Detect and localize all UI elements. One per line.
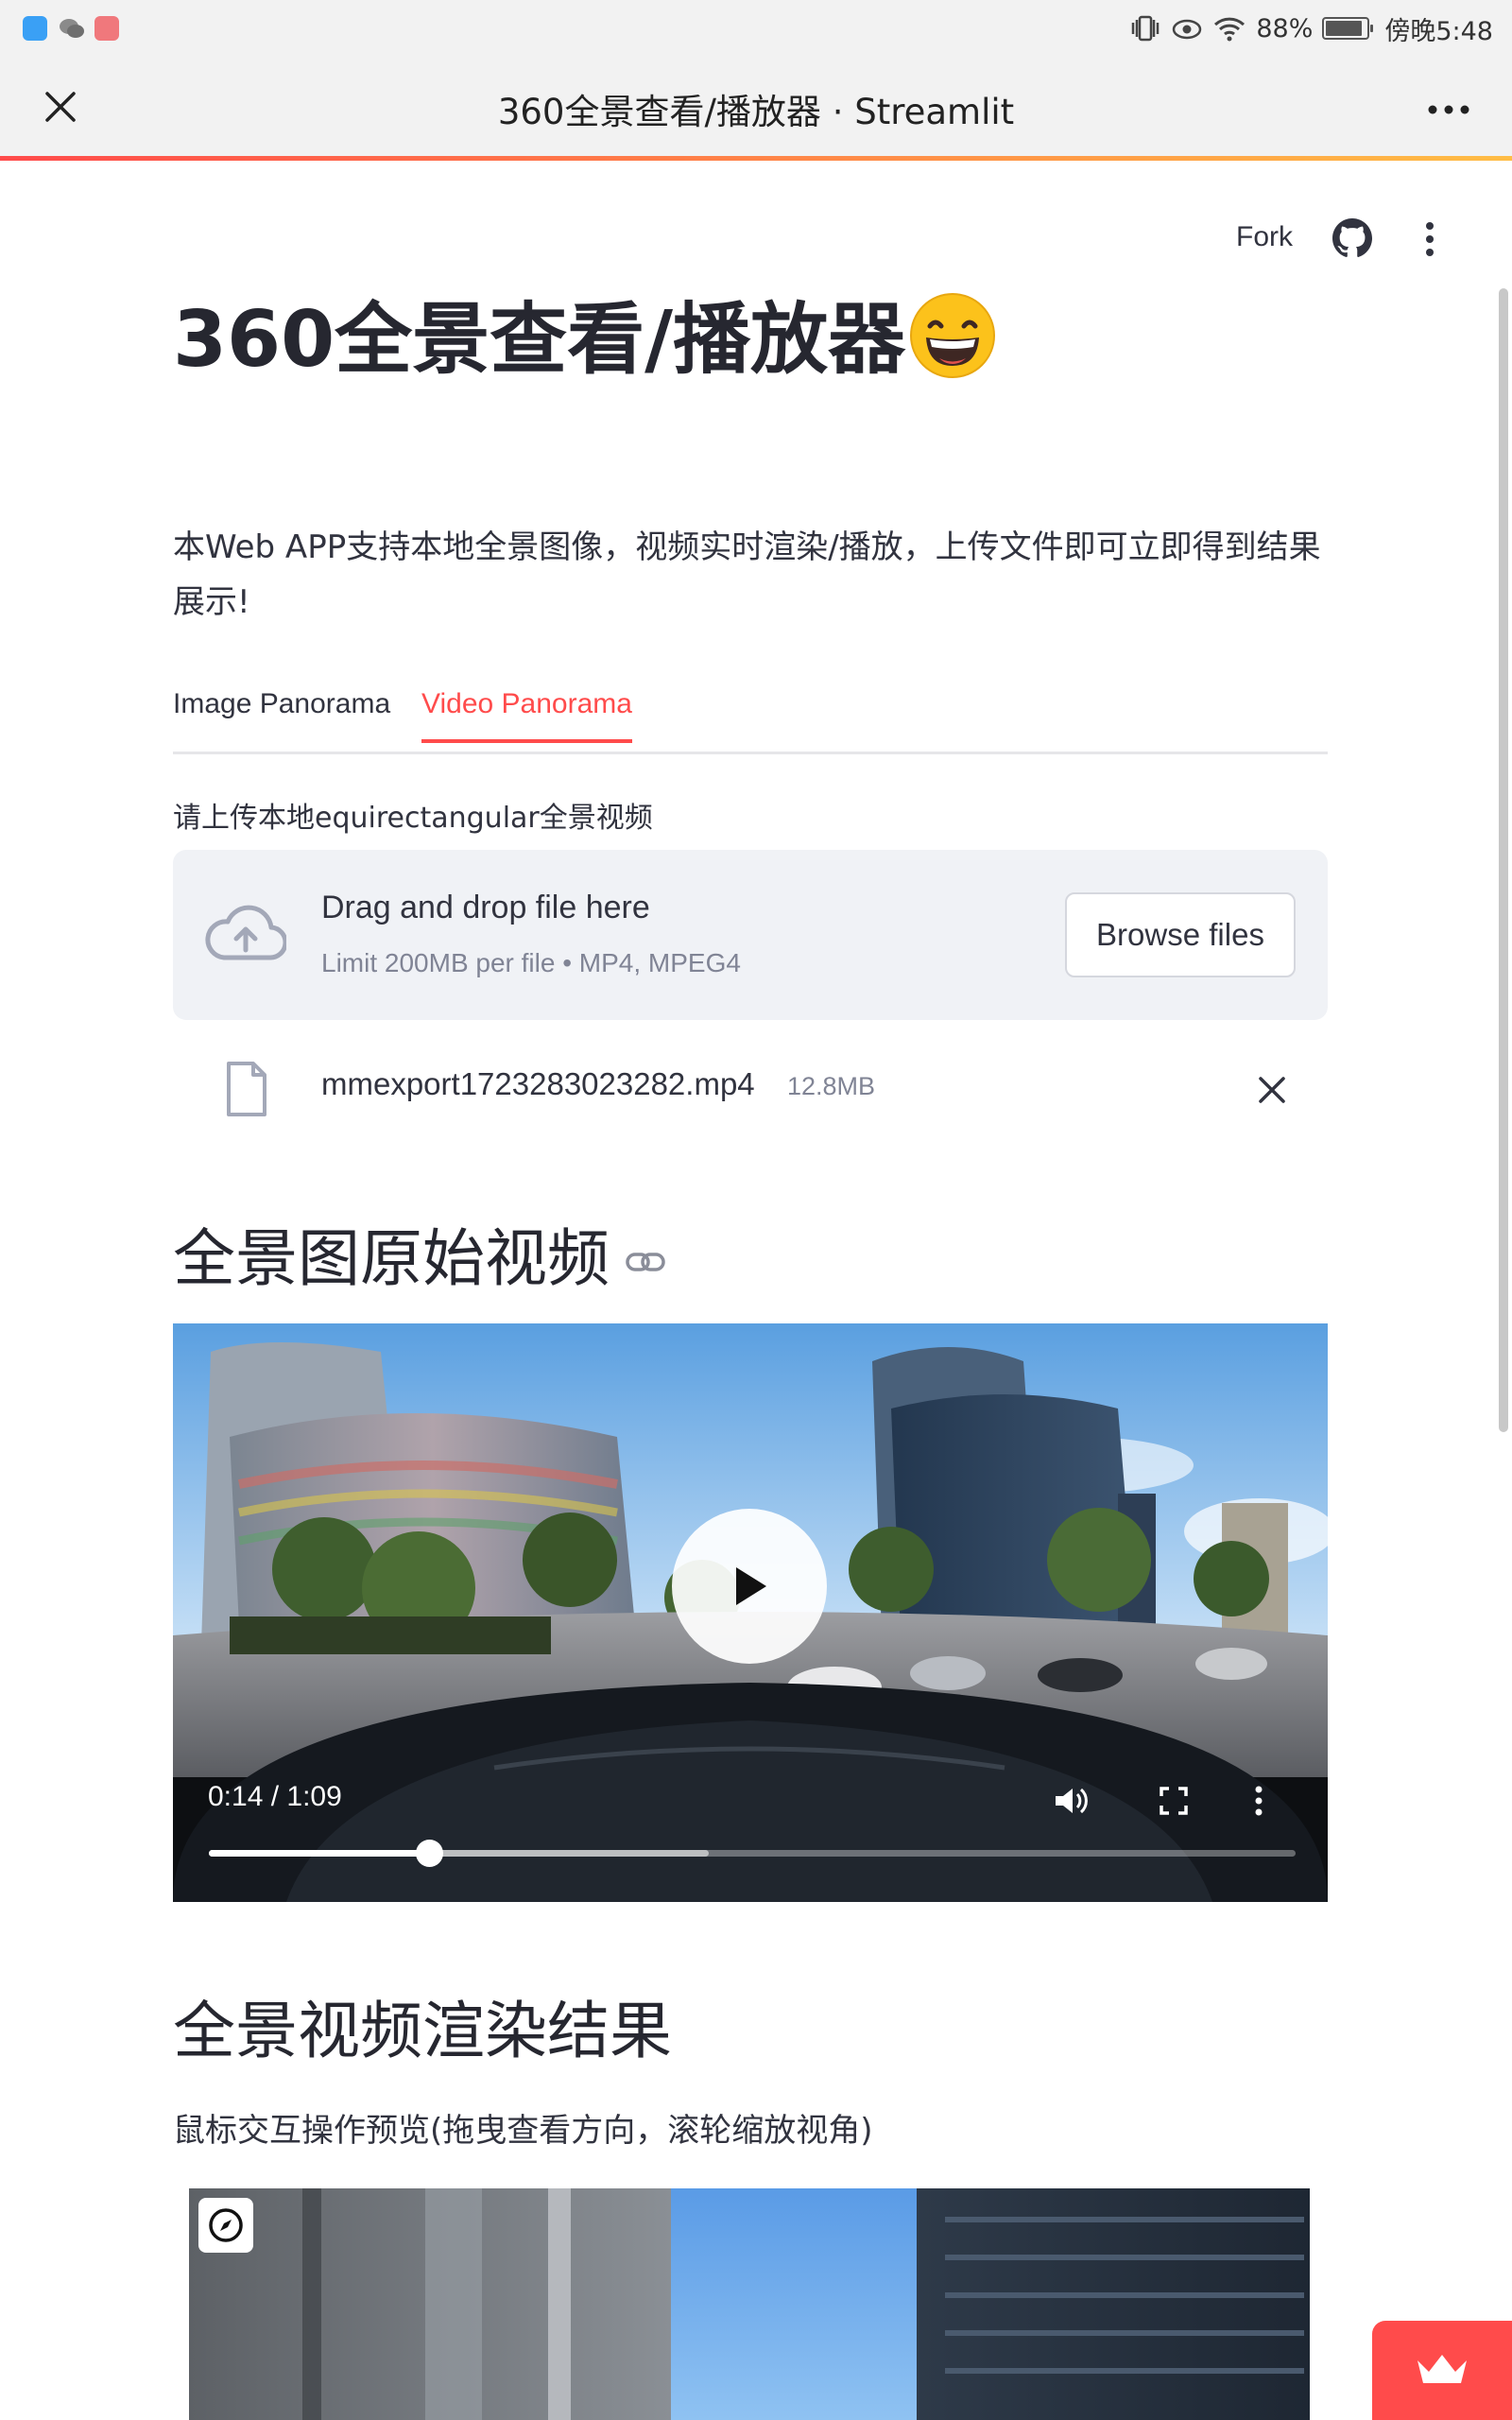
- streamlit-badge[interactable]: [1372, 2321, 1512, 2420]
- intro-text: 本Web APP支持本地全景图像，视频实时渲染/播放，上传文件即可立即得到结果展…: [173, 528, 1321, 621]
- tab-bar: Image Panorama Video Panorama: [173, 681, 1328, 754]
- remove-file-icon[interactable]: [1255, 1073, 1289, 1107]
- render-instructions: 鼠标交互操作预览(拖曳查看方向，滚轮缩放视角): [173, 2112, 873, 2150]
- fork-button[interactable]: Fork: [1236, 221, 1293, 253]
- status-bar: 88% 傍晚5:48: [0, 0, 1512, 57]
- app-shield-icon: [23, 16, 47, 41]
- section-heading-render-result: 全景视频渲染结果: [173, 1995, 672, 2067]
- video-progress-fill: [209, 1850, 430, 1857]
- page-scrollbar[interactable]: [1499, 288, 1508, 1432]
- compass-button[interactable]: [198, 2198, 253, 2253]
- file-icon: [227, 1062, 266, 1116]
- dropzone-limit: Limit 200MB per file • MP4, MPEG4: [321, 948, 741, 977]
- wechat-icon: [59, 16, 84, 41]
- video-progress-track[interactable]: [209, 1840, 1296, 1867]
- tab-video-panorama[interactable]: Video Panorama: [421, 688, 632, 743]
- browser-toolbar: 360全景查看/播放器 · Streamlit: [0, 57, 1512, 161]
- header-accent-line: [0, 156, 1512, 161]
- app-red-icon: [94, 16, 119, 41]
- video-player[interactable]: 0:14 / 1:09: [173, 1323, 1328, 1902]
- main-menu-icon[interactable]: [1416, 219, 1444, 259]
- browse-files-button[interactable]: Browse files: [1065, 892, 1296, 977]
- battery-icon: [1322, 17, 1374, 40]
- uploaded-file-size: 12.8MB: [787, 1072, 876, 1100]
- eye-comfort-icon: [1173, 19, 1202, 40]
- uploaded-file-name: mmexport1723283023282.mp4: [321, 1066, 755, 1101]
- github-icon[interactable]: [1332, 218, 1372, 258]
- play-button[interactable]: [672, 1509, 827, 1664]
- cloud-upload-icon: [205, 905, 286, 960]
- video-time: 0:14 / 1:09: [208, 1781, 342, 1812]
- clock: 傍晚5:48: [1384, 16, 1493, 46]
- browser-title: 360全景查看/播放器 · Streamlit: [497, 92, 1015, 132]
- panorama-viewer[interactable]: [189, 2188, 1310, 2420]
- panorama-view: [189, 2188, 1310, 2420]
- page-title: 360全景查看/播放器: [173, 276, 996, 389]
- file-dropzone[interactable]: Drag and drop file here Limit 200MB per …: [173, 850, 1328, 1020]
- more-horizontal-icon[interactable]: [1427, 91, 1470, 129]
- page-title-text: 360全景查看/播放器: [173, 295, 906, 385]
- grinning-face-emoji-icon: [910, 293, 996, 378]
- compass-icon: [209, 2208, 243, 2242]
- dropzone-title: Drag and drop file here: [321, 890, 650, 925]
- uploader-label: 请上传本地equirectangular全景视频: [173, 802, 653, 835]
- tab-image-panorama[interactable]: Image Panorama: [173, 688, 390, 739]
- wifi-icon: [1214, 17, 1246, 42]
- play-icon: [736, 1567, 766, 1605]
- video-more-icon[interactable]: [1241, 1783, 1277, 1819]
- vibrate-icon: [1132, 15, 1160, 42]
- section-heading-original-video: 全景图原始视频: [173, 1208, 666, 1299]
- section-heading-text: 全景图原始视频: [173, 1222, 610, 1295]
- volume-icon[interactable]: [1052, 1783, 1088, 1819]
- crown-icon: [1418, 2355, 1467, 2383]
- link-icon[interactable]: [625, 1250, 666, 1274]
- fullscreen-icon[interactable]: [1156, 1783, 1192, 1819]
- battery-percent: 88%: [1256, 13, 1314, 43]
